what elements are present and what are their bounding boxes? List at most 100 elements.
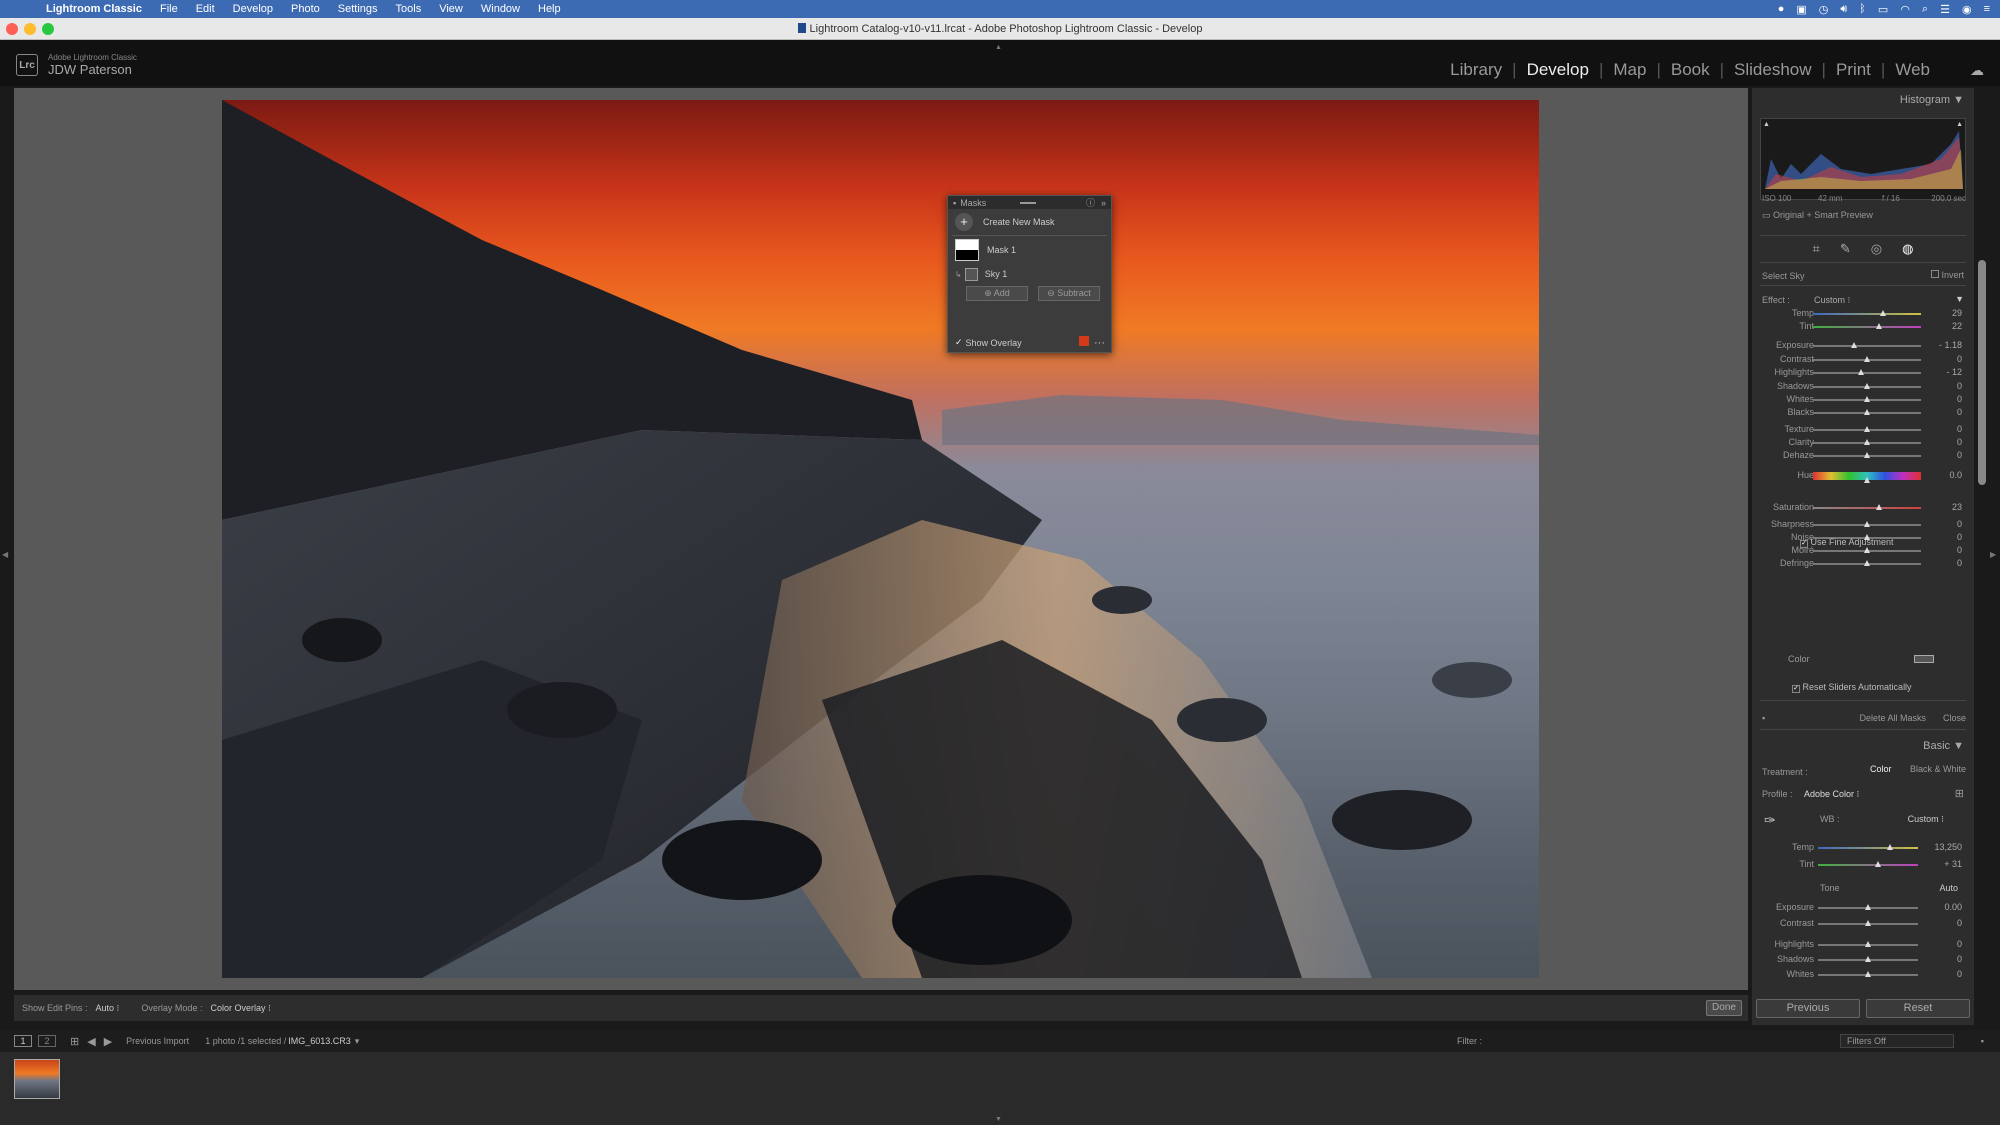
fine-adjust-checkbox[interactable]: ✓ Use Fine Adjustment <box>1800 537 1894 548</box>
slider-knob[interactable] <box>1865 956 1871 962</box>
slider-exposure[interactable]: Exposure 0.00 <box>1752 901 1974 915</box>
menu-window[interactable]: Window <box>481 3 520 15</box>
slider-knob[interactable] <box>1865 920 1871 926</box>
slider-value[interactable]: 0 <box>1957 450 1962 460</box>
main-photo[interactable] <box>222 100 1539 978</box>
collapse-filmstrip-icon[interactable]: ▼ <box>995 1116 1002 1123</box>
grid-view-icon[interactable]: ⊞ <box>70 1035 79 1048</box>
slider-knob[interactable] <box>1864 521 1870 527</box>
collapse-bar-icon[interactable] <box>1020 201 1037 204</box>
slider-track[interactable] <box>1813 345 1921 347</box>
filmstrip-thumbnail[interactable] <box>14 1059 60 1099</box>
window-1-button[interactable]: 1 <box>14 1035 32 1047</box>
slider-whites[interactable]: Whites 0 <box>1752 393 1974 407</box>
menu-settings[interactable]: Settings <box>338 3 378 15</box>
slider-knob[interactable] <box>1864 477 1870 483</box>
profile-browser-icon[interactable]: ⊞ <box>1955 787 1964 800</box>
module-library[interactable]: Library <box>1440 60 1512 80</box>
menu-photo[interactable]: Photo <box>291 3 320 15</box>
slider-track[interactable] <box>1813 372 1921 374</box>
right-panel-toggle-icon[interactable]: ▶ <box>1990 550 1996 559</box>
histogram-header[interactable]: Histogram ▼ <box>1900 94 1964 106</box>
edit-pins-dropdown[interactable]: Auto ⁝ <box>96 1003 120 1014</box>
add-mask-icon[interactable]: + <box>955 213 973 231</box>
slider-knob[interactable] <box>1879 310 1886 316</box>
slider-value[interactable]: 0 <box>1957 354 1962 364</box>
module-slideshow[interactable]: Slideshow <box>1724 60 1822 80</box>
slider-knob[interactable] <box>1864 439 1870 445</box>
zoom-window-button[interactable] <box>42 23 54 35</box>
effect-collapse-icon[interactable]: ▼ <box>1955 294 1964 304</box>
slider-track[interactable] <box>1813 326 1921 328</box>
treatment-bw-option[interactable]: Black & White <box>1910 764 1966 774</box>
slider-knob[interactable] <box>1857 369 1864 375</box>
slider-knob[interactable] <box>1865 941 1871 947</box>
slider-value[interactable]: 0 <box>1957 545 1962 555</box>
slider-track[interactable] <box>1818 864 1918 866</box>
menu-develop[interactable]: Develop <box>233 3 273 15</box>
control-center-icon[interactable]: ☰ <box>1940 3 1950 16</box>
close-panel-icon[interactable]: » <box>1101 198 1106 208</box>
bluetooth-icon[interactable]: ᛒ <box>1859 3 1866 15</box>
done-button[interactable]: Done <box>1706 1000 1742 1016</box>
location-icon[interactable]: ● <box>1778 3 1785 15</box>
component-item-sky-1[interactable]: ↳ Sky 1 <box>948 264 1111 284</box>
slider-sharpness[interactable]: Sharpness 0 <box>1752 518 1974 532</box>
slider-value[interactable]: 0 <box>1957 424 1962 434</box>
previous-button[interactable]: Previous <box>1756 999 1860 1018</box>
left-panel-toggle-icon[interactable]: ◀ <box>2 550 8 559</box>
filmstrip-source[interactable]: Previous Import <box>126 1036 189 1046</box>
slider-defringe[interactable]: Defringe 0 <box>1752 557 1974 571</box>
filename-dropdown-icon[interactable]: ▾ <box>355 1036 360 1047</box>
overlay-options-icon[interactable]: ··· <box>1094 337 1105 349</box>
wb-dropdown[interactable]: Custom ⁝ <box>1908 814 1944 825</box>
slider-track[interactable] <box>1813 507 1921 509</box>
invert-checkbox[interactable]: Invert <box>1930 270 1964 280</box>
slider-shadows[interactable]: Shadows 0 <box>1752 953 1974 967</box>
slider-value[interactable]: 0 <box>1957 381 1962 391</box>
slider-value[interactable]: 0 <box>1957 558 1962 568</box>
effect-preset-dropdown[interactable]: Custom ⁝ <box>1814 295 1850 306</box>
close-masking-button[interactable]: Close <box>1943 713 1966 723</box>
reset-sliders-checkbox[interactable]: ✓ Reset Sliders Automatically <box>1792 682 1912 693</box>
reset-button[interactable]: Reset <box>1866 999 1970 1018</box>
slider-temp[interactable]: Temp 29 <box>1752 307 1974 321</box>
delete-mask-icon[interactable]: ▪ <box>1762 713 1765 723</box>
slider-knob[interactable] <box>1864 409 1870 415</box>
slider-knob[interactable] <box>1864 560 1870 566</box>
menu-app-name[interactable]: Lightroom Classic <box>46 3 142 15</box>
slider-exposure[interactable]: Exposure - 1.18 <box>1752 339 1974 353</box>
slider-knob[interactable] <box>1865 971 1871 977</box>
crop-tool-icon[interactable]: ⌗ <box>1813 241 1820 257</box>
minimize-window-button[interactable] <box>24 23 36 35</box>
slider-value[interactable]: 0 <box>1957 532 1962 542</box>
search-icon[interactable]: ⌕ <box>1922 3 1928 16</box>
slider-knob[interactable] <box>1864 452 1870 458</box>
slider-tint[interactable]: Tint 22 <box>1752 320 1974 334</box>
delete-all-masks-button[interactable]: Delete All Masks <box>1859 713 1926 723</box>
slider-knob[interactable] <box>1875 861 1881 867</box>
filter-dropdown[interactable]: Filters Off <box>1840 1034 1954 1048</box>
slider-contrast[interactable]: Contrast 0 <box>1752 917 1974 931</box>
profile-dropdown[interactable]: Adobe Color ⁝ <box>1804 789 1859 800</box>
slider-knob[interactable] <box>1876 504 1883 510</box>
slider-temp[interactable]: Temp 13,250 <box>1752 841 1974 855</box>
module-web[interactable]: Web <box>1885 60 1940 80</box>
slider-knob[interactable] <box>1865 904 1871 910</box>
close-window-button[interactable] <box>6 23 18 35</box>
mask-item-mask-1[interactable]: Mask 1 <box>948 236 1111 264</box>
slider-hue[interactable]: Hue 0.0 <box>1752 469 1974 483</box>
slider-knob[interactable] <box>1864 356 1870 362</box>
preview-status[interactable]: ▭ Original + Smart Preview <box>1762 210 1873 221</box>
slider-tint[interactable]: Tint + 31 <box>1752 858 1974 872</box>
slider-value[interactable]: 13,250 <box>1934 842 1962 852</box>
menu-file[interactable]: File <box>160 3 178 15</box>
slider-clarity[interactable]: Clarity 0 <box>1752 436 1974 450</box>
menu-edit[interactable]: Edit <box>196 3 215 15</box>
masks-panel-header[interactable]: ▪ Masks ⓘ » <box>948 196 1111 209</box>
slider-highlights[interactable]: Highlights 0 <box>1752 938 1974 952</box>
slider-knob[interactable] <box>1851 342 1858 348</box>
slider-track[interactable] <box>1813 313 1921 315</box>
slider-value[interactable]: 22 <box>1952 321 1962 331</box>
slider-contrast[interactable]: Contrast 0 <box>1752 353 1974 367</box>
